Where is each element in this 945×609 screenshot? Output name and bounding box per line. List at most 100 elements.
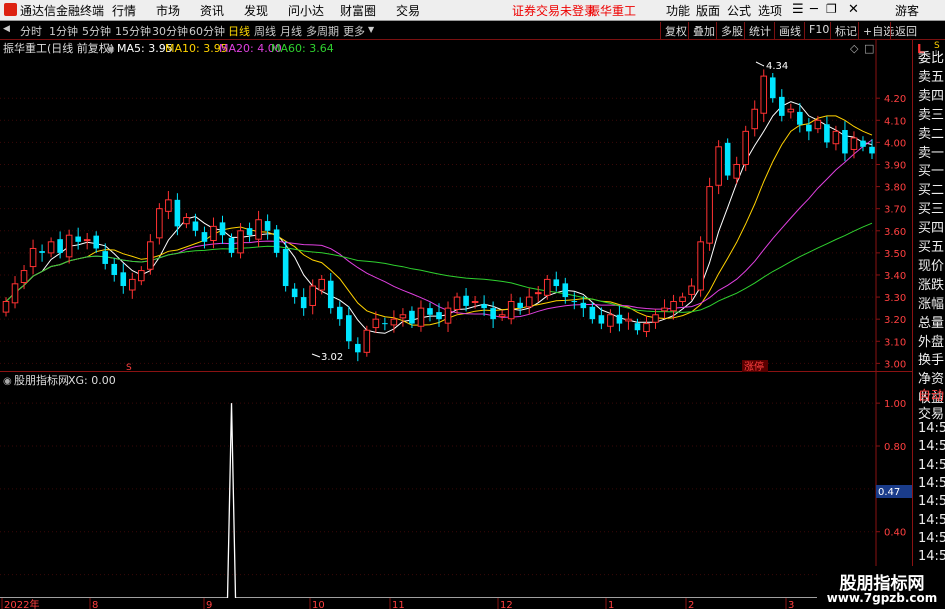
sidebar-time-row: 14:56 (918, 457, 945, 473)
expand-arrow-icon[interactable]: ◀ (3, 24, 10, 34)
y-tick-label: 0.40 (884, 528, 906, 539)
sidebar-quote-row: 买四 (918, 221, 945, 236)
date-label: 8 (92, 600, 98, 609)
window-menu-icon[interactable]: ☰ (792, 2, 804, 17)
kline-chart[interactable]: 4.20 4.10 4.00 3.90 3.80 3.70 3.60 3.50 3.40 3.30… (0, 40, 918, 372)
indicator-cursor-badge: 0.47 (878, 487, 900, 498)
candle (93, 231, 100, 253)
period-tab-weekly[interactable]: 周线 (254, 23, 276, 39)
sidebar-trade-row: 交易 (918, 407, 945, 421)
candle (156, 203, 163, 245)
candle (183, 213, 190, 229)
close-icon[interactable]: ✕ (848, 2, 859, 17)
menu-item-discover[interactable]: 发现 (244, 2, 268, 19)
menu-item-market[interactable]: 市场 (156, 2, 180, 19)
y-tick-label: 1.00 (884, 399, 906, 410)
candle (382, 317, 388, 331)
menu-item-formula[interactable]: 公式 (727, 2, 751, 19)
ma60-label: MA60: 3.64 (271, 42, 334, 55)
more-dropdown-icon[interactable]: ▼ (368, 25, 374, 34)
watermark-overlay: 股朋指标网 www.7gpzb.com (817, 566, 945, 609)
period-tab-intraday[interactable]: 分时 (20, 23, 42, 39)
period-toolbar: ◀ 分时 1分钟 5分钟 15分钟 30分钟 60分钟 日线 周线 月线 多周期… (0, 21, 945, 40)
candle (652, 309, 659, 329)
candle (778, 89, 785, 122)
menu-item-quotes[interactable]: 行情 (112, 2, 136, 19)
sidebar-time-row: 14:56 (918, 475, 945, 491)
sidebar-quote-row: 现价 (918, 258, 945, 273)
candle (336, 301, 343, 326)
toolbar-adjust-button[interactable]: 复权 (660, 22, 691, 39)
menu-item-trade[interactable]: 交易 (396, 2, 420, 19)
toolbar-draw-button[interactable]: 画线 (774, 22, 805, 39)
period-tab-daily[interactable]: 日线 (228, 23, 250, 39)
menu-item-functions[interactable]: 功能 (666, 2, 690, 19)
candle (742, 125, 750, 172)
event-marker-icon[interactable]: S (126, 363, 132, 372)
candle (534, 286, 542, 302)
period-tab-monthly[interactable]: 月线 (280, 23, 302, 39)
menu-item-layout[interactable]: 版面 (696, 2, 720, 19)
sidebar-quote-row: 买三 (918, 202, 945, 217)
period-tab-1min[interactable]: 1分钟 (49, 23, 78, 39)
period-tab-multi[interactable]: 多周期 (306, 23, 339, 39)
period-tab-30min[interactable]: 30分钟 (152, 23, 188, 39)
y-tick-label: 3.80 (884, 183, 906, 194)
date-label: 12 (500, 600, 513, 609)
date-label: 1 (608, 600, 614, 609)
candle (806, 118, 812, 141)
period-tab-15min[interactable]: 15分钟 (115, 23, 151, 39)
candle (824, 116, 830, 148)
chart-diamond-icon[interactable]: ◇ (850, 42, 859, 55)
candle (517, 297, 523, 315)
chart-maximize-icon[interactable]: □ (864, 42, 874, 55)
period-tab-5min[interactable]: 5分钟 (82, 23, 111, 39)
sidebar-time-row: 14:56 (918, 494, 945, 510)
indicator-value: XG: 0.00 (68, 374, 116, 387)
menu-item-news[interactable]: 资讯 (200, 2, 224, 19)
candle (65, 229, 73, 264)
login-warning[interactable]: 证券交易未登录 (512, 2, 596, 19)
ma-settings-icon[interactable]: ◉ (106, 44, 115, 55)
candle (219, 215, 226, 245)
toolbar-mark-button[interactable]: 标记 (830, 22, 861, 39)
y-tick-label: 3.30 (884, 293, 906, 304)
period-tab-more[interactable]: 更多 (343, 23, 365, 39)
indicator-chart[interactable]: 1.000.800.600.400.20 ◉ 股朋指标网 XG: 0.00 0.… (0, 372, 918, 598)
indicator-settings-icon[interactable]: ◉ (3, 376, 12, 387)
candle (345, 306, 352, 350)
toolbar-f10-button[interactable]: F10 (804, 22, 833, 39)
candle (138, 266, 145, 286)
ma60-line (5, 222, 873, 313)
candle (697, 236, 704, 297)
candle (399, 308, 407, 327)
period-tab-60min[interactable]: 60分钟 (189, 23, 225, 39)
minimize-icon[interactable]: ─ (810, 2, 818, 17)
toolbar-stats-button[interactable]: 统计 (744, 22, 775, 39)
candle (869, 139, 875, 159)
menu-item-options[interactable]: 选项 (758, 2, 782, 19)
date-label: 2022年 (4, 598, 39, 609)
toolbar-multistock-button[interactable]: 多股 (716, 22, 747, 39)
y-tick-label: 4.10 (884, 116, 906, 127)
restore-icon[interactable]: ❐ (826, 2, 837, 16)
candle (11, 276, 19, 309)
candle (679, 292, 686, 306)
y-tick-label: 3.50 (884, 249, 906, 260)
candle (760, 69, 768, 123)
toolbar-back-button[interactable]: 返回 (890, 22, 921, 39)
low-price-label: 3.02 (321, 352, 343, 363)
candle (300, 288, 307, 316)
user-guest[interactable]: 游客 (895, 2, 919, 19)
menu-item-ask[interactable]: 问小达 (288, 2, 324, 19)
candle (543, 274, 551, 300)
candle (83, 232, 91, 250)
menu-item-wealth[interactable]: 财富圈 (340, 2, 376, 19)
toolbar-overlay-button[interactable]: 叠加 (688, 22, 719, 39)
candle (634, 318, 641, 335)
sidebar-time-row: 14:56 (918, 530, 945, 546)
candle (128, 272, 136, 299)
candle (860, 136, 866, 152)
candle (616, 305, 623, 332)
sidebar-time-row: 14:56 (918, 549, 945, 565)
